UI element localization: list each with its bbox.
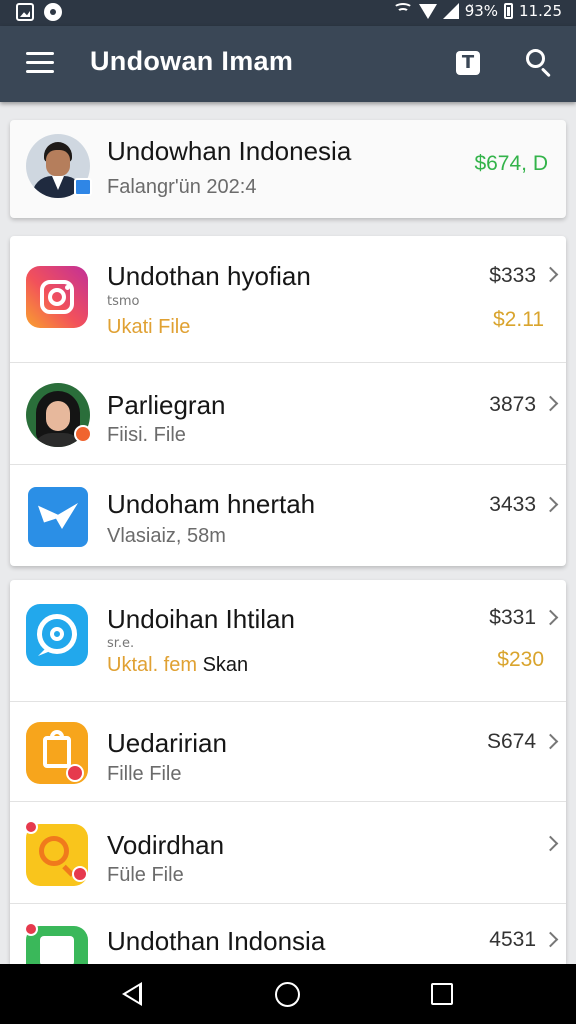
list-item-tag: sr.e. bbox=[107, 636, 135, 651]
list-item-subtitle: Fiisi. File bbox=[107, 424, 186, 446]
red-dot-icon bbox=[24, 820, 38, 834]
text-format-icon[interactable]: T bbox=[456, 51, 480, 75]
back-icon[interactable] bbox=[122, 982, 142, 1006]
battery-icon bbox=[504, 3, 514, 19]
list-item-title: Undoihan Ihtilan bbox=[107, 604, 295, 634]
list-item[interactable]: Undoihan Ihtilan sr.e. Uktal. fem Skan $… bbox=[10, 580, 566, 702]
list-item-price: 4531 bbox=[489, 928, 536, 951]
favorite-badge-icon bbox=[66, 764, 84, 782]
list-item-price-secondary: $2.11 bbox=[493, 308, 544, 331]
gallery-notification-icon bbox=[16, 3, 34, 21]
list-item-title: Undothan Indonsia bbox=[107, 926, 326, 956]
list-item-title: Undothan hyofian bbox=[107, 261, 311, 291]
list-item-price: $331 bbox=[489, 606, 536, 629]
list-item-subtitle-part1: Uktal. fem bbox=[107, 654, 198, 676]
list-item-subtitle: Ukati File bbox=[107, 316, 191, 338]
hamburger-menu-icon[interactable] bbox=[26, 52, 54, 74]
app-title: Undowan Imam bbox=[90, 46, 294, 76]
list-item[interactable]: Undothan Indonsia 4531 bbox=[10, 904, 566, 964]
list-item-subtitle-part2: Skan bbox=[202, 654, 249, 676]
list-item[interactable]: Undothan hyofian tsmo Ukati File $333 $2… bbox=[10, 236, 566, 363]
notification-badge-icon bbox=[74, 425, 92, 443]
list-item-title: Parliegran bbox=[107, 390, 226, 420]
list-item-subtitle: Vlasiaiz, 58m bbox=[107, 525, 226, 547]
clock: 11.25 bbox=[519, 2, 562, 20]
wifi-icon bbox=[392, 3, 413, 19]
home-icon[interactable] bbox=[275, 982, 300, 1007]
list-item-price-secondary: $230 bbox=[497, 648, 544, 671]
list-item-price: 3873 bbox=[489, 393, 536, 416]
app-bar: Undowan Imam T bbox=[0, 26, 576, 102]
chevron-right-icon bbox=[542, 931, 559, 948]
status-bar: 9̃3% 11.25 bbox=[0, 0, 576, 26]
list-item-price: $333 bbox=[489, 264, 536, 287]
chevron-right-icon bbox=[542, 266, 559, 283]
list-item-price: S674 bbox=[486, 730, 536, 753]
red-corner-icon bbox=[24, 922, 38, 936]
profile-amount: $674, D bbox=[474, 152, 548, 175]
list-item-tag: tsmo bbox=[107, 294, 140, 309]
list-group-2: Undoihan Ihtilan sr.e. Uktal. fem Skan $… bbox=[10, 580, 566, 964]
profile-subtitle: Falangr'ün 202:4 bbox=[107, 176, 257, 198]
list-item[interactable]: Undoham hnertah Vlasiaiz, 58m 3433 bbox=[10, 465, 566, 566]
chevron-right-icon bbox=[542, 395, 559, 412]
list-item-subtitle: Uktal. fem Skan bbox=[107, 654, 248, 677]
list-item-subtitle: Fille File bbox=[107, 763, 182, 785]
instagram-icon bbox=[26, 266, 88, 328]
chevron-right-icon bbox=[542, 496, 559, 513]
signal-icon bbox=[418, 3, 437, 19]
signal-strength-icon bbox=[442, 3, 459, 19]
heart-badge-icon bbox=[72, 866, 88, 882]
recent-apps-icon[interactable] bbox=[431, 983, 453, 1005]
navigation-bar bbox=[0, 964, 576, 1024]
list-item[interactable]: Parliegran Fiisi. File 3873 bbox=[10, 363, 566, 465]
list-item[interactable]: Vodirdhan Füle File bbox=[10, 802, 566, 904]
list-item-title: Undoham hnertah bbox=[107, 489, 316, 519]
chevron-right-icon bbox=[542, 835, 559, 852]
chevron-right-icon bbox=[542, 733, 559, 750]
status-right: 9̃3% 11.25 bbox=[392, 2, 562, 20]
list-item-subtitle: Füle File bbox=[107, 864, 184, 886]
list-item-title: Vodirdhan bbox=[107, 830, 225, 860]
list-item-price: 3433 bbox=[489, 493, 536, 516]
blue-envelope-icon bbox=[28, 487, 88, 547]
chevron-right-icon bbox=[542, 609, 559, 626]
profile-name: Undowhan Indonesia bbox=[107, 136, 352, 166]
status-left-icons bbox=[16, 3, 62, 21]
list-item[interactable]: Uedaririan Fille File S674 bbox=[10, 702, 566, 802]
battery-percent: 9̃3% bbox=[464, 2, 499, 20]
list-group-1: Undothan hyofian tsmo Ukati File $333 $2… bbox=[10, 236, 566, 566]
search-icon[interactable] bbox=[526, 49, 554, 78]
circle-notification-icon bbox=[44, 3, 62, 21]
profile-badge-icon bbox=[74, 178, 92, 196]
profile-card[interactable]: Undowhan Indonesia Falangr'ün 202:4 $674… bbox=[10, 120, 566, 218]
chat-bubble-icon bbox=[26, 604, 88, 666]
list-item-title: Uedaririan bbox=[107, 728, 227, 758]
